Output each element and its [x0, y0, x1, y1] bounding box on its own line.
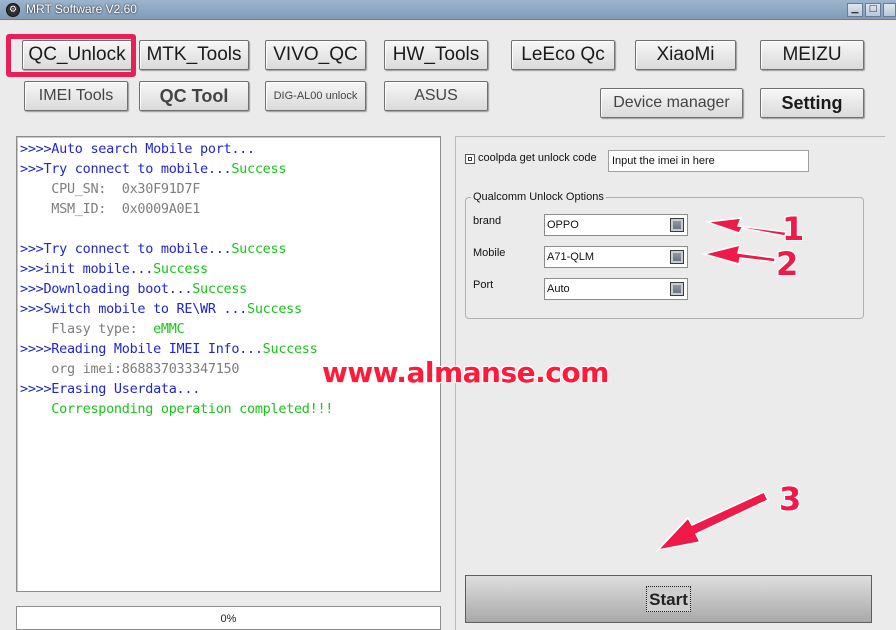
log-text: >>>>Auto search Mobile port... — [20, 141, 255, 157]
qc-tool-button[interactable]: QC Tool — [139, 81, 249, 111]
dig-al00-unlock-button[interactable]: DIG-AL00 unlock — [265, 81, 366, 111]
device-manager-button[interactable]: Device manager — [600, 88, 743, 118]
app-icon: ⚙ — [6, 3, 20, 17]
log-status: eMMC — [153, 321, 185, 337]
step-2-label: 2 — [776, 245, 799, 283]
log-line: Corresponding operation completed!!! — [20, 401, 333, 417]
progress-bar: 0% — [16, 606, 441, 630]
brand-label: brand — [473, 215, 502, 227]
vivo-qc-button[interactable]: VIVO_QC — [265, 40, 366, 70]
start-button-label: Start — [646, 586, 691, 612]
mobile-select[interactable]: A71-QLM — [544, 246, 688, 268]
app-window: ⚙ MRT Software V2.60 ▁ □ QC_Unlock MTK_T… — [0, 0, 896, 630]
log-text: >>>Switch mobile to RE\WR ... — [20, 301, 248, 317]
log-status: Success — [231, 161, 287, 177]
log-text: >>>Try connect to mobile... — [20, 241, 232, 257]
imei-input[interactable]: Input the imei in here — [608, 150, 809, 172]
hw-tools-button[interactable]: HW_Tools — [384, 40, 488, 70]
window-title: MRT Software V2.60 — [26, 2, 137, 16]
log-line: >>>Try connect to mobile...Success — [20, 161, 286, 177]
log-text: org imei:868837033347150 — [20, 361, 240, 377]
start-button[interactable]: Start — [465, 575, 872, 623]
log-text: Corresponding operation completed!!! — [20, 401, 334, 417]
log-status: Success — [231, 241, 287, 257]
asus-button[interactable]: ASUS — [384, 81, 488, 111]
close-icon[interactable] — [883, 3, 896, 17]
log-text: >>>Downloading boot... — [20, 281, 193, 297]
port-select[interactable]: Auto — [544, 278, 688, 300]
log-text: >>>>Reading Mobile IMEI Info... — [20, 341, 263, 357]
log-status: Success — [153, 261, 208, 277]
log-status: Success — [247, 301, 302, 317]
progress-text: 0% — [220, 613, 237, 625]
log-line: MSM_ID: 0x0009A0E1 — [20, 201, 200, 217]
mtk-tools-button[interactable]: MTK_Tools — [139, 40, 249, 70]
maximize-icon[interactable]: □ — [865, 3, 881, 17]
setting-button[interactable]: Setting — [760, 88, 864, 118]
log-text: CPU_SN: 0x30F91D7F — [20, 181, 201, 197]
log-line: >>>Downloading boot...Success — [20, 281, 247, 297]
log-line: >>>>Erasing Userdata... — [20, 381, 200, 397]
log-status: Success — [262, 341, 318, 357]
log-line: Flasy type: eMMC — [20, 321, 184, 337]
log-text: >>>init mobile... — [20, 261, 154, 277]
qc-unlock-highlight-box — [6, 34, 136, 77]
log-line: >>>Try connect to mobile...Success — [20, 241, 286, 257]
log-status: Success — [192, 281, 248, 297]
log-line: CPU_SN: 0x30F91D7F — [20, 181, 200, 197]
brand-select[interactable]: OPPO — [544, 214, 688, 236]
log-text: Flasy type: — [20, 321, 154, 337]
dropdown-arrow-icon[interactable] — [670, 250, 684, 264]
log-text: >>>Try connect to mobile... — [20, 161, 232, 177]
step-3-label: 3 — [779, 480, 802, 518]
dropdown-arrow-icon[interactable] — [670, 218, 684, 232]
log-line: >>>Switch mobile to RE\WR ...Success — [20, 301, 302, 317]
meizu-button[interactable]: MEIZU — [760, 40, 864, 70]
imei-tools-button[interactable]: IMEI Tools — [24, 81, 128, 111]
log-line: >>>init mobile...Success — [20, 261, 208, 277]
coolpad-checkbox[interactable] — [465, 154, 475, 164]
step-1-label: 1 — [782, 210, 805, 248]
coolpad-checkbox-label: coolpda get unlock code — [478, 152, 597, 164]
log-text: >>>>Erasing Userdata... — [20, 381, 201, 397]
mobile-label: Mobile — [473, 247, 506, 259]
title-bar: ⚙ MRT Software V2.60 ▁ □ — [0, 0, 896, 20]
brand-value: OPPO — [547, 219, 579, 231]
qualcomm-options-legend: Qualcomm Unlock Options — [471, 191, 606, 203]
log-line: >>>>Auto search Mobile port... — [20, 141, 255, 157]
port-value: Auto — [547, 283, 570, 295]
log-line: org imei:868837033347150 — [20, 361, 239, 377]
dropdown-arrow-icon[interactable] — [670, 282, 684, 296]
leeco-qc-button[interactable]: LeEco Qc — [511, 40, 615, 70]
log-line: >>>>Reading Mobile IMEI Info...Success — [20, 341, 318, 357]
port-label: Port — [473, 279, 494, 291]
log-text: MSM_ID: 0x0009A0E1 — [20, 201, 201, 217]
minimize-icon[interactable]: ▁ — [847, 3, 863, 17]
mobile-value: A71-QLM — [547, 251, 595, 263]
watermark-text: www.almanse.com — [322, 356, 609, 389]
xiaomi-button[interactable]: XiaoMi — [635, 40, 736, 70]
